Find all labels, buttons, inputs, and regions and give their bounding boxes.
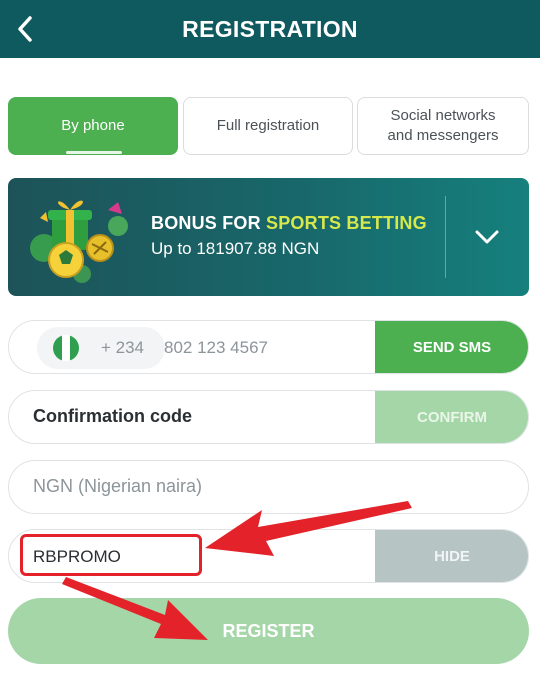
country-code-selector[interactable]: + 234 — [37, 327, 165, 369]
confirmation-code-label: Confirmation code — [33, 406, 193, 426]
chevron-down-icon — [475, 230, 499, 244]
currency-value: NGN (Nigerian naira) — [33, 476, 203, 496]
back-button[interactable] — [10, 12, 40, 46]
bonus-expand-button[interactable] — [470, 222, 504, 252]
tab-by-phone[interactable]: By phone — [8, 97, 178, 155]
active-tab-indicator — [66, 151, 122, 154]
register-button[interactable]: REGISTER — [8, 598, 529, 664]
tab-social-networks[interactable]: Social networks and messengers — [357, 97, 529, 155]
tab-full-registration[interactable]: Full registration — [183, 97, 353, 155]
header-bar: REGISTRATION — [0, 0, 540, 58]
currency-select[interactable]: NGN (Nigerian naira) — [8, 460, 529, 514]
tab-label: Full registration — [216, 117, 320, 134]
confirm-button[interactable]: CONFIRM — [375, 391, 528, 443]
bonus-title-highlight: SPORTS BETTING — [266, 213, 427, 233]
tab-label: By phone — [61, 117, 125, 134]
promo-code-field: HIDE — [8, 529, 529, 583]
bonus-title: BONUS FOR SPORTS BETTING — [151, 213, 427, 233]
phone-input[interactable] — [164, 331, 364, 365]
phone-field: + 234 SEND SMS — [8, 320, 529, 374]
send-sms-button[interactable]: SEND SMS — [375, 321, 528, 373]
bonus-amount: Up to 181907.88 NGN — [151, 239, 320, 258]
hide-promo-button[interactable]: HIDE — [375, 530, 528, 582]
bonus-divider — [445, 196, 446, 278]
dial-code: + 234 — [101, 338, 145, 357]
confirmation-code-field[interactable]: Confirmation code CONFIRM — [8, 390, 529, 444]
nigeria-flag-icon — [53, 335, 79, 361]
bonus-banner[interactable]: BONUS FOR SPORTS BETTING Up to 181907.88… — [8, 178, 529, 296]
sports-bonus-illustration — [30, 200, 128, 283]
page-title: REGISTRATION — [182, 15, 358, 42]
tab-label: Social networks and messengers — [387, 107, 499, 144]
chevron-left-icon — [18, 16, 32, 42]
promo-code-input[interactable] — [33, 544, 333, 570]
